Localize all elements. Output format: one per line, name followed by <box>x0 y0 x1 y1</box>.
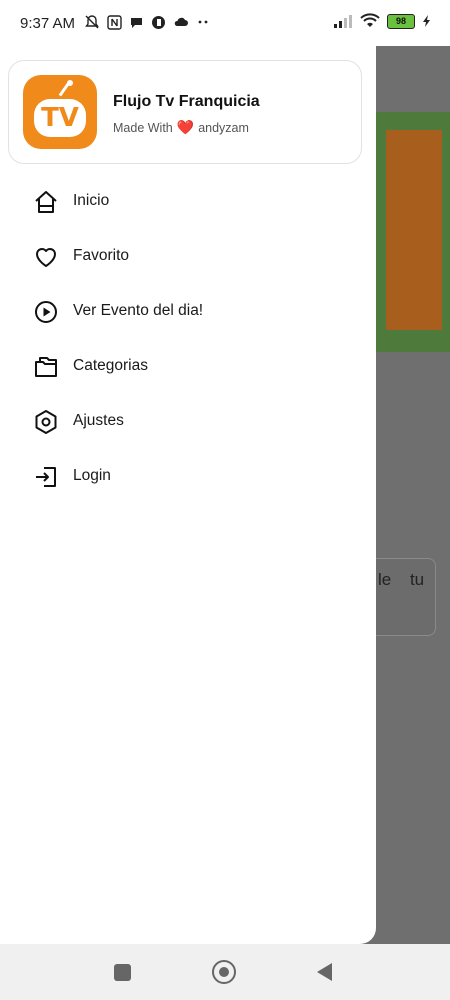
menu-item-ajustes[interactable]: Ajustes <box>0 394 376 449</box>
menu-label-ajustes: Ajustes <box>73 412 124 429</box>
app-logo: TV <box>23 75 97 149</box>
menu-item-inicio[interactable]: Inicio <box>0 174 376 229</box>
app-title: Flujo Tv Franquicia <box>113 93 260 110</box>
cloud-icon <box>174 17 188 26</box>
drawer-menu: Inicio Favorito Ver Evento del dia! Cate… <box>0 174 376 504</box>
background-card-text: le tu <box>378 570 425 589</box>
background-tower-image <box>386 130 442 330</box>
login-icon <box>36 467 56 487</box>
menu-label-login: Login <box>73 467 111 484</box>
menu-label-favorito: Favorito <box>73 247 129 264</box>
menu-label-categorias: Categorias <box>73 357 148 374</box>
chat-icon <box>131 17 142 28</box>
author-label: andyzam <box>198 120 249 135</box>
home-icon <box>35 191 57 213</box>
menu-label-inicio: Inicio <box>73 192 110 209</box>
menu-item-categorias[interactable]: Categorias <box>0 339 376 394</box>
logo-tv-text: TV <box>34 99 86 137</box>
menu-label-evento: Ver Evento del dia! <box>73 302 204 319</box>
menu-item-evento[interactable]: Ver Evento del dia! <box>0 284 376 339</box>
settings-icon <box>35 410 57 434</box>
signal-icon <box>334 15 352 28</box>
back-button[interactable] <box>317 963 332 981</box>
status-right-icons: 98 <box>333 13 432 29</box>
navigation-drawer: TV Flujo Tv Franquicia Made With ❤️ andy… <box>0 46 376 944</box>
app-icon <box>152 15 165 29</box>
heart-emoji: ❤️ <box>176 119 195 135</box>
system-nav-bar <box>0 944 450 1000</box>
home-button[interactable] <box>212 960 236 984</box>
heart-icon <box>36 248 56 267</box>
mute-icon <box>85 15 99 29</box>
battery-icon: 98 <box>387 13 415 29</box>
charging-icon <box>423 15 430 27</box>
play-circle-icon <box>35 301 57 323</box>
app-subtitle: Made With ❤️ andyzam <box>113 119 249 136</box>
status-time: 9:37 AM <box>20 15 76 32</box>
more-icon <box>198 20 208 24</box>
wifi-icon <box>360 13 380 27</box>
status-bar: 9:37 AM 98 <box>0 0 450 46</box>
menu-item-favorito[interactable]: Favorito <box>0 229 376 284</box>
nfc-icon <box>107 14 122 30</box>
drawer-header: TV Flujo Tv Franquicia Made With ❤️ andy… <box>8 60 362 164</box>
logo-antenna-dot <box>67 80 73 86</box>
menu-item-login[interactable]: Login <box>0 449 376 504</box>
status-left-icons <box>84 14 210 30</box>
background-tower-tip <box>405 130 425 160</box>
recents-button[interactable] <box>114 964 131 981</box>
made-with-label: Made With <box>113 120 173 135</box>
categories-icon <box>35 357 57 377</box>
